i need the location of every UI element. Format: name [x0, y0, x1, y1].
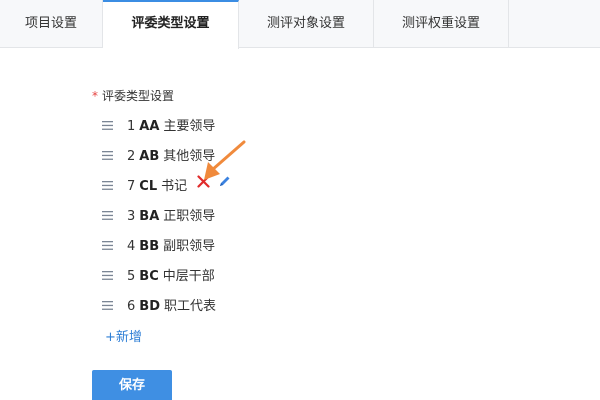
- drag-handle-icon[interactable]: [102, 181, 113, 190]
- item-index: 3: [127, 209, 136, 224]
- tab-bar: 项目设置 评委类型设置 测评对象设置 测评权重设置: [0, 0, 600, 49]
- item-code: BB: [139, 239, 160, 254]
- tab-judge-type-settings[interactable]: 评委类型设置: [103, 0, 239, 49]
- item-code: AA: [139, 119, 160, 134]
- judge-type-item[interactable]: 7 CL 书记: [102, 172, 231, 202]
- judge-type-item[interactable]: 1 AA 主要领导: [102, 112, 231, 142]
- judge-type-item[interactable]: 3 BA 正职领导: [102, 202, 231, 232]
- pencil-icon[interactable]: [218, 170, 231, 200]
- item-name: 其他领导: [163, 149, 216, 164]
- drag-handle-icon[interactable]: [102, 241, 113, 250]
- judge-type-item[interactable]: 6 BD 职工代表: [102, 292, 231, 322]
- item-index: 5: [127, 269, 136, 284]
- tab-evaluation-target-settings[interactable]: 测评对象设置: [239, 0, 374, 48]
- page: 项目设置 评委类型设置 测评对象设置 测评权重设置 * 评委类型设置 1 AA 主要领…: [0, 0, 600, 400]
- drag-handle-icon[interactable]: [102, 121, 113, 130]
- judge-type-item[interactable]: 2 AB 其他领导: [102, 142, 231, 172]
- judge-type-list: 1 AA 主要领导 2 AB 其他领导 7 CL 书记 3 BA 正职领导 4 BB 副职领导 5 BC 中层干部…: [102, 112, 231, 322]
- item-index: 6: [127, 299, 136, 314]
- item-index: 7: [127, 179, 136, 194]
- add-judge-type-link[interactable]: +新增: [105, 326, 142, 345]
- item-name: 中层干部: [162, 269, 215, 284]
- item-code: AB: [139, 149, 160, 164]
- required-mark: *: [92, 89, 98, 103]
- tab-evaluation-weight-settings[interactable]: 测评权重设置: [374, 0, 509, 48]
- tab-project-settings[interactable]: 项目设置: [0, 0, 103, 48]
- item-name: 职工代表: [163, 299, 216, 314]
- drag-handle-icon[interactable]: [102, 151, 113, 160]
- drag-handle-icon[interactable]: [102, 301, 113, 310]
- item-code: BA: [139, 209, 160, 224]
- item-name: 主要领导: [163, 119, 216, 134]
- drag-handle-icon[interactable]: [102, 211, 113, 220]
- save-button[interactable]: 保存: [92, 370, 172, 400]
- close-icon[interactable]: [197, 170, 210, 200]
- item-code: CL: [139, 179, 158, 194]
- item-index: 1: [127, 119, 136, 134]
- section-label-text: 评委类型设置: [102, 89, 175, 103]
- section-label: * 评委类型设置: [92, 87, 174, 104]
- item-index: 4: [127, 239, 136, 254]
- item-code: BC: [139, 269, 159, 284]
- judge-type-item[interactable]: 4 BB 副职领导: [102, 232, 231, 262]
- item-code: BD: [139, 299, 160, 314]
- item-name: 正职领导: [163, 209, 216, 224]
- judge-type-item[interactable]: 5 BC 中层干部: [102, 262, 231, 292]
- drag-handle-icon[interactable]: [102, 271, 113, 280]
- item-name: 书记: [161, 179, 188, 194]
- item-name: 副职领导: [163, 239, 216, 254]
- item-index: 2: [127, 149, 136, 164]
